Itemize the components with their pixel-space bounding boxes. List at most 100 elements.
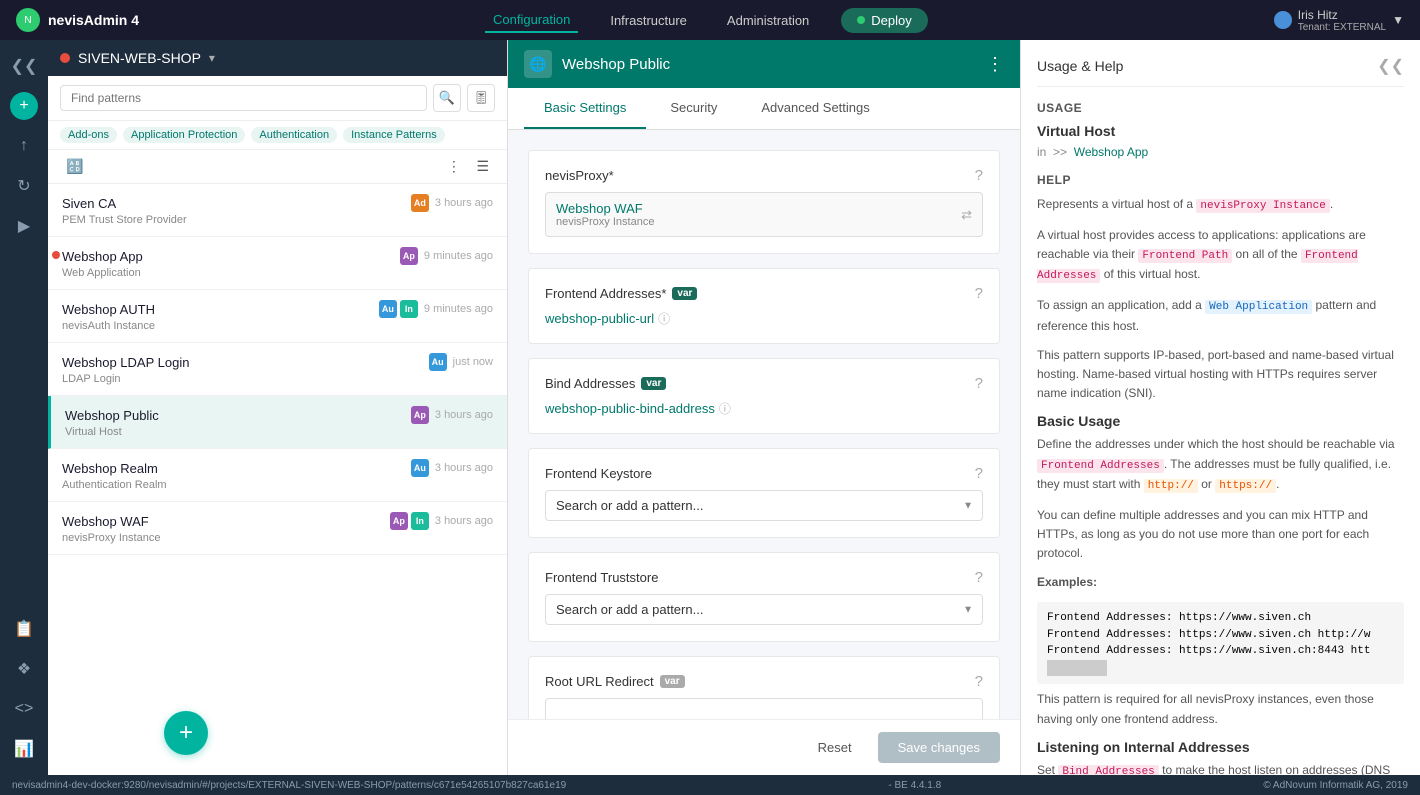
nav-infrastructure[interactable]: Infrastructure: [602, 9, 695, 32]
content-more-icon[interactable]: ⋮: [986, 54, 1004, 75]
project-header: SIVEN-WEB-SHOP ▾: [48, 40, 507, 76]
help-para-1: A virtual host provides access to applic…: [1037, 226, 1404, 286]
tab-advanced-settings[interactable]: Advanced Settings: [741, 88, 889, 129]
frontend-truststore-help-icon[interactable]: ?: [975, 569, 983, 586]
field-frontend-addresses: Frontend Addresses* var ? webshop-public…: [528, 268, 1000, 344]
frontend-keystore-help-icon[interactable]: ?: [975, 465, 983, 482]
pattern-name: Webshop LDAP Login: [62, 355, 189, 370]
project-name: SIVEN-WEB-SHOP: [78, 50, 201, 66]
help-code-nevis-proxy: nevisProxy Instance: [1196, 199, 1329, 213]
help-intro-text: Represents a virtual host of a nevisProx…: [1037, 195, 1404, 216]
field-nevis-proxy: nevisProxy* ? Webshop WAF nevisProxy Ins…: [528, 150, 1000, 254]
tab-basic-settings[interactable]: Basic Settings: [524, 88, 646, 129]
pattern-item-webshop-realm[interactable]: Webshop Realm Au 3 hours ago Authenticat…: [48, 449, 507, 502]
tabs-bar: Basic Settings Security Advanced Setting…: [508, 88, 1020, 130]
help-code-bind-addr: Bind Addresses: [1058, 765, 1158, 775]
sidebar-upload-icon[interactable]: ↑: [6, 128, 42, 164]
filter-button[interactable]: 🎚: [467, 84, 495, 112]
nevis-proxy-subvalue: nevisProxy Instance: [556, 216, 654, 228]
pattern-item-webshop-waf[interactable]: Webshop WAF Ap In 3 hours ago nevisProxy…: [48, 502, 507, 555]
badge-ap: Ap: [390, 512, 408, 530]
pattern-item-webshop-app[interactable]: Webshop App Ap 9 minutes ago Web Applica…: [48, 237, 507, 290]
pattern-item-webshop-public[interactable]: Webshop Public Ap 3 hours ago Virtual Ho…: [48, 396, 507, 449]
root-url-help-icon[interactable]: ?: [975, 673, 983, 690]
patterns-toolbar: 🔠 ⋮ ☰: [48, 150, 507, 184]
tag-addons[interactable]: Add-ons: [60, 127, 117, 143]
help-panel: Usage & Help ❮❮ USAGE Virtual Host in >>…: [1020, 40, 1420, 775]
project-status-dot: [60, 53, 70, 63]
frontend-truststore-select[interactable]: Search or add a pattern...: [545, 594, 983, 625]
filter-tags: Add-ons Application Protection Authentic…: [48, 121, 507, 150]
field-label-root-url-redirect: Root URL Redirect var: [545, 674, 685, 689]
field-bind-addresses: Bind Addresses var ? webshop-public-bind…: [528, 358, 1000, 434]
pattern-name: Webshop Public: [65, 408, 159, 423]
frontend-addresses-link[interactable]: webshop-public-url ⓘ: [545, 310, 983, 327]
tag-instance-patterns[interactable]: Instance Patterns: [343, 127, 445, 143]
sidebar-play-icon[interactable]: ▶: [6, 208, 42, 244]
bind-addresses-var-badge: var: [641, 377, 666, 390]
tenant-label: Tenant: EXTERNAL: [1298, 22, 1386, 33]
help-close-icon[interactable]: ❮❮: [1377, 56, 1404, 76]
deploy-button[interactable]: Deploy: [841, 8, 927, 33]
tag-app-protection[interactable]: Application Protection: [123, 127, 245, 143]
frontend-addresses-help-icon[interactable]: ?: [975, 285, 983, 302]
add-pattern-button[interactable]: +: [164, 711, 208, 755]
user-name: Iris Hitz: [1298, 8, 1386, 22]
nav-configuration[interactable]: Configuration: [485, 8, 578, 33]
help-nevis-proxy-note: This pattern is required for all nevisPr…: [1037, 690, 1404, 728]
bind-addresses-help-icon[interactable]: ?: [975, 375, 983, 392]
sidebar-refresh-icon[interactable]: ↻: [6, 168, 42, 204]
basic-usage-subtitle: Basic Usage: [1037, 413, 1404, 429]
content-title: Webshop Public: [562, 56, 670, 73]
breadcrumb-link[interactable]: Webshop App: [1074, 145, 1149, 159]
sort-button[interactable]: 🔠: [60, 156, 89, 177]
virtual-host-subtitle: Virtual Host: [1037, 123, 1404, 139]
pattern-name: Webshop Realm: [62, 461, 158, 476]
user-menu-icon[interactable]: ▼: [1392, 13, 1404, 27]
tag-authentication[interactable]: Authentication: [251, 127, 337, 143]
status-version: - BE 4.4.1.8: [888, 780, 941, 791]
app-logo-icon: N: [16, 8, 40, 32]
sidebar-code-icon[interactable]: <>: [6, 691, 42, 727]
nav-administration[interactable]: Administration: [719, 9, 817, 32]
pattern-name: Webshop App: [62, 249, 143, 264]
reset-button[interactable]: Reset: [804, 733, 866, 762]
sidebar-clipboard-icon[interactable]: 📋: [6, 611, 42, 647]
badge-au: Au: [379, 300, 397, 318]
field-label-frontend-keystore: Frontend Keystore: [545, 466, 652, 481]
nevis-proxy-action-icon[interactable]: ⇄: [961, 207, 972, 223]
nevis-proxy-value: Webshop WAF: [556, 201, 654, 216]
help-code-frontend-path: Frontend Path: [1138, 249, 1232, 263]
tab-security[interactable]: Security: [650, 88, 737, 129]
pattern-item-webshop-ldap[interactable]: Webshop LDAP Login Au just now LDAP Logi…: [48, 343, 507, 396]
badge-au: Au: [429, 353, 447, 371]
help-panel-title: Usage & Help: [1037, 58, 1123, 74]
patterns-list: Siven CA Ad 3 hours ago PEM Trust Store …: [48, 184, 507, 775]
sidebar-puzzle-icon[interactable]: ❖: [6, 651, 42, 687]
bind-addresses-link[interactable]: webshop-public-bind-address ⓘ: [545, 400, 983, 417]
sidebar-expand-icon[interactable]: ❮❮: [6, 48, 42, 84]
field-label-nevis-proxy: nevisProxy*: [545, 168, 614, 183]
pattern-item-webshop-auth[interactable]: Webshop AUTH Au In 9 minutes ago nevisAu…: [48, 290, 507, 343]
nevis-proxy-help-icon[interactable]: ?: [975, 167, 983, 184]
help-examples-code: Frontend Addresses: https://www.siven.ch…: [1037, 602, 1404, 684]
search-input[interactable]: [60, 85, 427, 111]
sidebar-chart-icon[interactable]: 📊: [6, 731, 42, 767]
patterns-search-bar: 🔍 🎚: [48, 76, 507, 121]
help-para-3: This pattern supports IP-based, port-bas…: [1037, 346, 1404, 404]
project-dropdown-icon[interactable]: ▾: [209, 51, 215, 65]
list-view-button[interactable]: ☰: [470, 156, 495, 177]
deploy-status-dot: [857, 16, 865, 24]
pattern-name: Webshop AUTH: [62, 302, 155, 317]
status-bar: nevisadmin4-dev-docker:9280/nevisadmin/#…: [0, 775, 1420, 795]
sidebar-add-icon[interactable]: +: [10, 92, 38, 120]
field-frontend-keystore: Frontend Keystore ? Search or add a patt…: [528, 448, 1000, 538]
frontend-keystore-select[interactable]: Search or add a pattern...: [545, 490, 983, 521]
pattern-item-siven-ca[interactable]: Siven CA Ad 3 hours ago PEM Trust Store …: [48, 184, 507, 237]
more-options-button[interactable]: ⋮: [441, 156, 467, 177]
content-footer: Reset Save changes: [508, 719, 1020, 775]
save-button[interactable]: Save changes: [878, 732, 1000, 763]
root-url-input[interactable]: [545, 698, 983, 719]
field-label-frontend-addresses: Frontend Addresses* var: [545, 286, 697, 301]
search-button[interactable]: 🔍: [433, 84, 461, 112]
